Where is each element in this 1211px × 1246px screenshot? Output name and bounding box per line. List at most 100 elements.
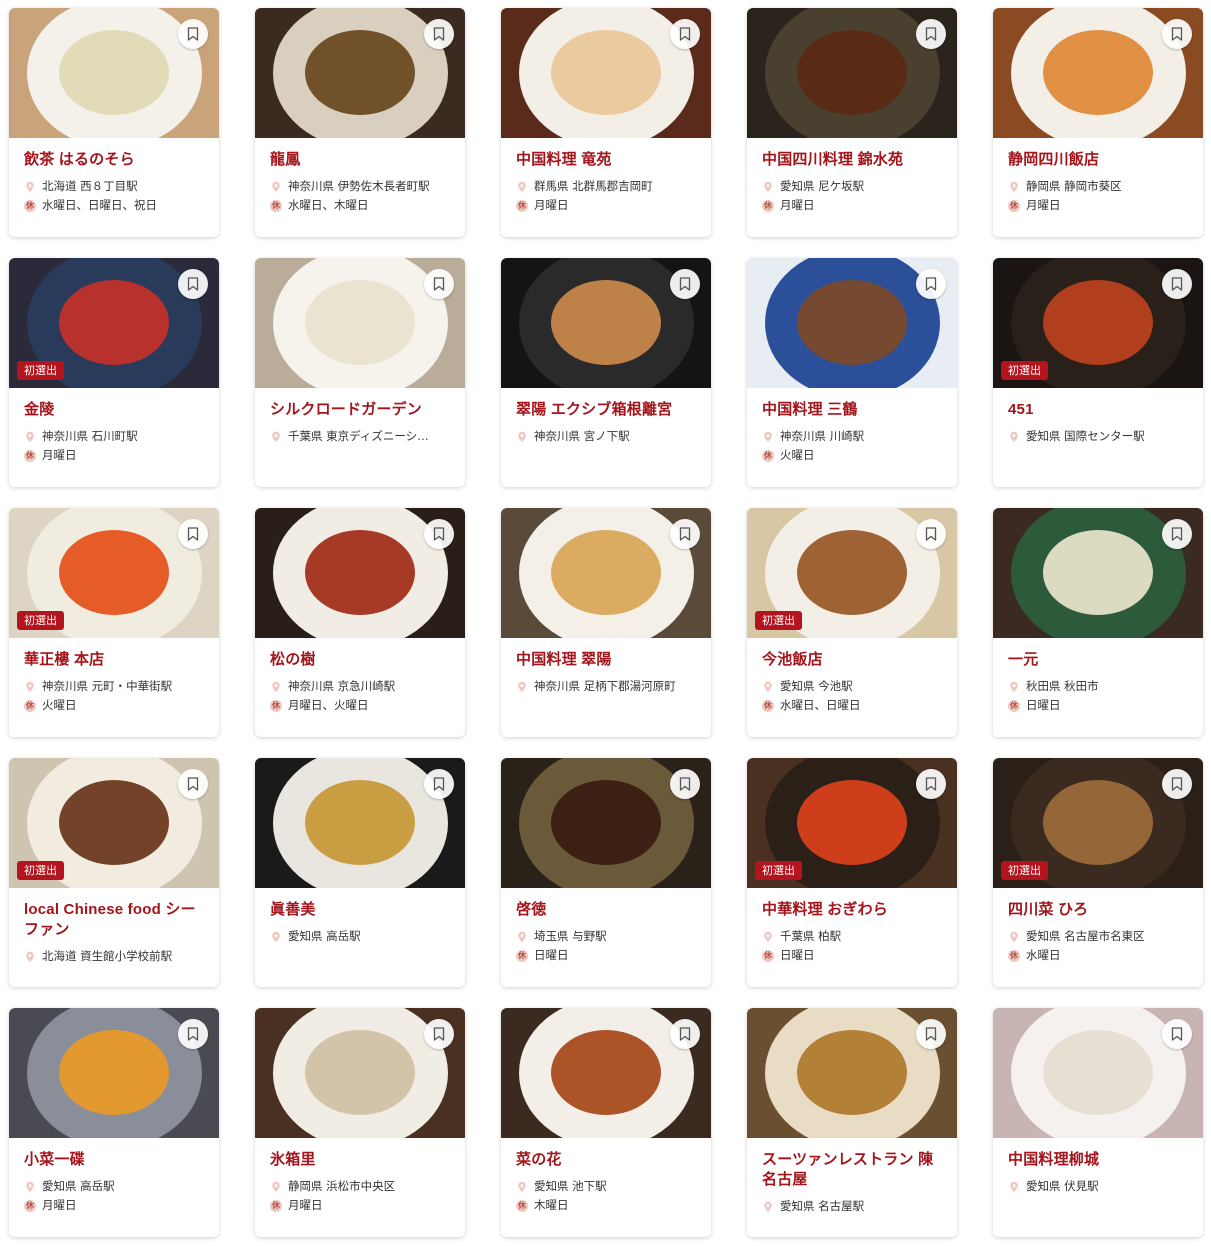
restaurant-card[interactable]: 眞善美 愛知県 高岳駅 bbox=[255, 758, 465, 987]
restaurant-card[interactable]: 龍鳳 神奈川県 伊勢佐木長者町駅 休 水曜日、木曜日 bbox=[255, 8, 465, 237]
restaurant-name[interactable]: 中華料理 おぎわら bbox=[762, 900, 943, 920]
restaurant-card[interactable]: 中国料理 三鶴 神奈川県 川崎駅 休 火曜日 bbox=[747, 258, 957, 487]
closed-days-text: 月曜日 bbox=[534, 198, 569, 212]
bookmark-button[interactable] bbox=[424, 1019, 454, 1049]
restaurant-card[interactable]: 一元 秋田県 秋田市 休 日曜日 bbox=[993, 508, 1203, 737]
restaurant-card[interactable]: スーツァンレストラン 陳 名古屋 愛知県 名古屋駅 bbox=[747, 1008, 957, 1237]
bookmark-button[interactable] bbox=[916, 769, 946, 799]
restaurant-name[interactable]: 華正樓 本店 bbox=[24, 650, 205, 670]
location-row: 愛知県 高岳駅 bbox=[270, 927, 451, 946]
restaurant-name[interactable]: 翠陽 エクシブ箱根離宮 bbox=[516, 400, 697, 420]
location-text: 群馬県 北群馬郡吉岡町 bbox=[534, 179, 653, 193]
bookmark-button[interactable] bbox=[670, 519, 700, 549]
holiday-icon: 休 bbox=[1008, 699, 1020, 712]
bookmark-button[interactable] bbox=[178, 19, 208, 49]
bookmark-button[interactable] bbox=[1162, 19, 1192, 49]
restaurant-name[interactable]: 中国四川料理 錦水苑 bbox=[762, 150, 943, 170]
restaurant-card[interactable]: 中国料理 竜苑 群馬県 北群馬郡吉岡町 休 月曜日 bbox=[501, 8, 711, 237]
food-shape bbox=[305, 30, 415, 115]
bookmark-button[interactable] bbox=[1162, 519, 1192, 549]
restaurant-card[interactable]: 啓徳 埼玉県 与野駅 休 日曜日 bbox=[501, 758, 711, 987]
location-text: 愛知県 高岳駅 bbox=[42, 1179, 115, 1193]
restaurant-card[interactable]: 氷箱里 静岡県 浜松市中央区 休 月曜日 bbox=[255, 1008, 465, 1237]
bookmark-button[interactable] bbox=[424, 269, 454, 299]
restaurant-card[interactable]: 中国料理柳城 愛知県 伏見駅 bbox=[993, 1008, 1203, 1237]
restaurant-card[interactable]: 中国四川料理 錦水苑 愛知県 尼ケ坂駅 休 月曜日 bbox=[747, 8, 957, 237]
restaurant-card[interactable]: 翠陽 エクシブ箱根離宮 神奈川県 宮ノ下駅 bbox=[501, 258, 711, 487]
restaurant-card[interactable]: 初選出 451 愛知県 国際センター駅 bbox=[993, 258, 1203, 487]
restaurant-name[interactable]: 金陵 bbox=[24, 400, 205, 420]
holiday-icon: 休 bbox=[270, 699, 282, 712]
restaurant-name[interactable]: 松の樹 bbox=[270, 650, 451, 670]
bookmark-button[interactable] bbox=[424, 519, 454, 549]
first-selection-badge: 初選出 bbox=[17, 611, 64, 630]
restaurant-grid: 飲茶 はるのそら 北海道 西８丁目駅 休 水曜日、日曜日、祝日 龍鳳 神奈川県 … bbox=[9, 8, 1203, 1237]
bookmark-button[interactable] bbox=[916, 519, 946, 549]
restaurant-card[interactable]: 初選出 華正樓 本店 神奈川県 元町・中華街駅 休 火曜日 bbox=[9, 508, 219, 737]
bookmark-button[interactable] bbox=[916, 1019, 946, 1049]
closed-days-text: 月曜日 bbox=[42, 1198, 77, 1212]
bookmark-button[interactable] bbox=[670, 19, 700, 49]
location-pin-icon bbox=[1010, 181, 1018, 192]
restaurant-name[interactable]: 小菜一碟 bbox=[24, 1150, 205, 1170]
location-pin-icon bbox=[272, 931, 280, 942]
bookmark-button[interactable] bbox=[1162, 269, 1192, 299]
bookmark-button[interactable] bbox=[916, 19, 946, 49]
bookmark-button[interactable] bbox=[178, 519, 208, 549]
restaurant-name[interactable]: 四川菜 ひろ bbox=[1008, 900, 1189, 920]
restaurant-card[interactable]: 初選出 中華料理 おぎわら 千葉県 柏駅 休 日曜日 bbox=[747, 758, 957, 987]
restaurant-name[interactable]: 龍鳳 bbox=[270, 150, 451, 170]
restaurant-name[interactable]: シルクロードガーデン bbox=[270, 400, 451, 420]
restaurant-card[interactable]: 初選出 local Chinese food シーファン 北海道 資生館小学校前… bbox=[9, 758, 219, 987]
location-row: 愛知県 伏見駅 bbox=[1008, 1177, 1189, 1196]
restaurant-card[interactable]: 初選出 金陵 神奈川県 石川町駅 休 月曜日 bbox=[9, 258, 219, 487]
location-row: 北海道 資生館小学校前駅 bbox=[24, 947, 205, 966]
closed-days-row: 休 月曜日 bbox=[762, 196, 943, 215]
bookmark-button[interactable] bbox=[424, 19, 454, 49]
restaurant-name[interactable]: 菜の花 bbox=[516, 1150, 697, 1170]
restaurant-name[interactable]: スーツァンレストラン 陳 名古屋 bbox=[762, 1150, 943, 1190]
bookmark-button[interactable] bbox=[916, 269, 946, 299]
closed-days-row: 休 水曜日、日曜日 bbox=[762, 696, 943, 715]
restaurant-card[interactable]: 初選出 四川菜 ひろ 愛知県 名古屋市名東区 休 水曜日 bbox=[993, 758, 1203, 987]
restaurant-card[interactable]: 飲茶 はるのそら 北海道 西８丁目駅 休 水曜日、日曜日、祝日 bbox=[9, 8, 219, 237]
restaurant-name[interactable]: 氷箱里 bbox=[270, 1150, 451, 1170]
bookmark-button[interactable] bbox=[670, 769, 700, 799]
bookmark-button[interactable] bbox=[178, 1019, 208, 1049]
restaurant-name[interactable]: 中国料理 竜苑 bbox=[516, 150, 697, 170]
restaurant-name[interactable]: 啓徳 bbox=[516, 900, 697, 920]
restaurant-name[interactable]: 眞善美 bbox=[270, 900, 451, 920]
restaurant-name[interactable]: 飲茶 はるのそら bbox=[24, 150, 205, 170]
holiday-icon: 休 bbox=[762, 949, 774, 962]
bookmark-button[interactable] bbox=[670, 269, 700, 299]
restaurant-card[interactable]: 静岡四川飯店 静岡県 静岡市葵区 休 月曜日 bbox=[993, 8, 1203, 237]
restaurant-name[interactable]: 中国料理 翠陽 bbox=[516, 650, 697, 670]
restaurant-card[interactable]: 菜の花 愛知県 池下駅 休 木曜日 bbox=[501, 1008, 711, 1237]
location-pin-icon bbox=[26, 681, 34, 692]
restaurant-card[interactable]: 小菜一碟 愛知県 高岳駅 休 月曜日 bbox=[9, 1008, 219, 1237]
restaurant-card[interactable]: 初選出 今池飯店 愛知県 今池駅 休 水曜日、日曜日 bbox=[747, 508, 957, 737]
restaurant-card[interactable]: 松の樹 神奈川県 京急川崎駅 休 月曜日、火曜日 bbox=[255, 508, 465, 737]
restaurant-card[interactable]: シルクロードガーデン 千葉県 東京ディズニーシ… bbox=[255, 258, 465, 487]
bookmark-button[interactable] bbox=[178, 769, 208, 799]
bookmark-button[interactable] bbox=[670, 1019, 700, 1049]
location-text: 秋田県 秋田市 bbox=[1026, 679, 1099, 693]
holiday-icon: 休 bbox=[762, 699, 774, 712]
restaurant-name[interactable]: 451 bbox=[1008, 400, 1189, 420]
bookmark-button[interactable] bbox=[178, 269, 208, 299]
location-text: 神奈川県 石川町駅 bbox=[42, 429, 138, 443]
restaurant-name[interactable]: 今池飯店 bbox=[762, 650, 943, 670]
restaurant-card[interactable]: 中国料理 翠陽 神奈川県 足柄下郡湯河原町 bbox=[501, 508, 711, 737]
restaurant-photo bbox=[501, 758, 711, 888]
bookmark-button[interactable] bbox=[424, 769, 454, 799]
restaurant-name[interactable]: 一元 bbox=[1008, 650, 1189, 670]
restaurant-name[interactable]: local Chinese food シーファン bbox=[24, 900, 205, 940]
restaurant-name[interactable]: 中国料理柳城 bbox=[1008, 1150, 1189, 1170]
restaurant-name[interactable]: 静岡四川飯店 bbox=[1008, 150, 1189, 170]
holiday-icon: 休 bbox=[24, 699, 36, 712]
bookmark-button[interactable] bbox=[1162, 769, 1192, 799]
location-text: 神奈川県 宮ノ下駅 bbox=[534, 429, 630, 443]
restaurant-name[interactable]: 中国料理 三鶴 bbox=[762, 400, 943, 420]
restaurant-photo bbox=[501, 1008, 711, 1138]
bookmark-button[interactable] bbox=[1162, 1019, 1192, 1049]
